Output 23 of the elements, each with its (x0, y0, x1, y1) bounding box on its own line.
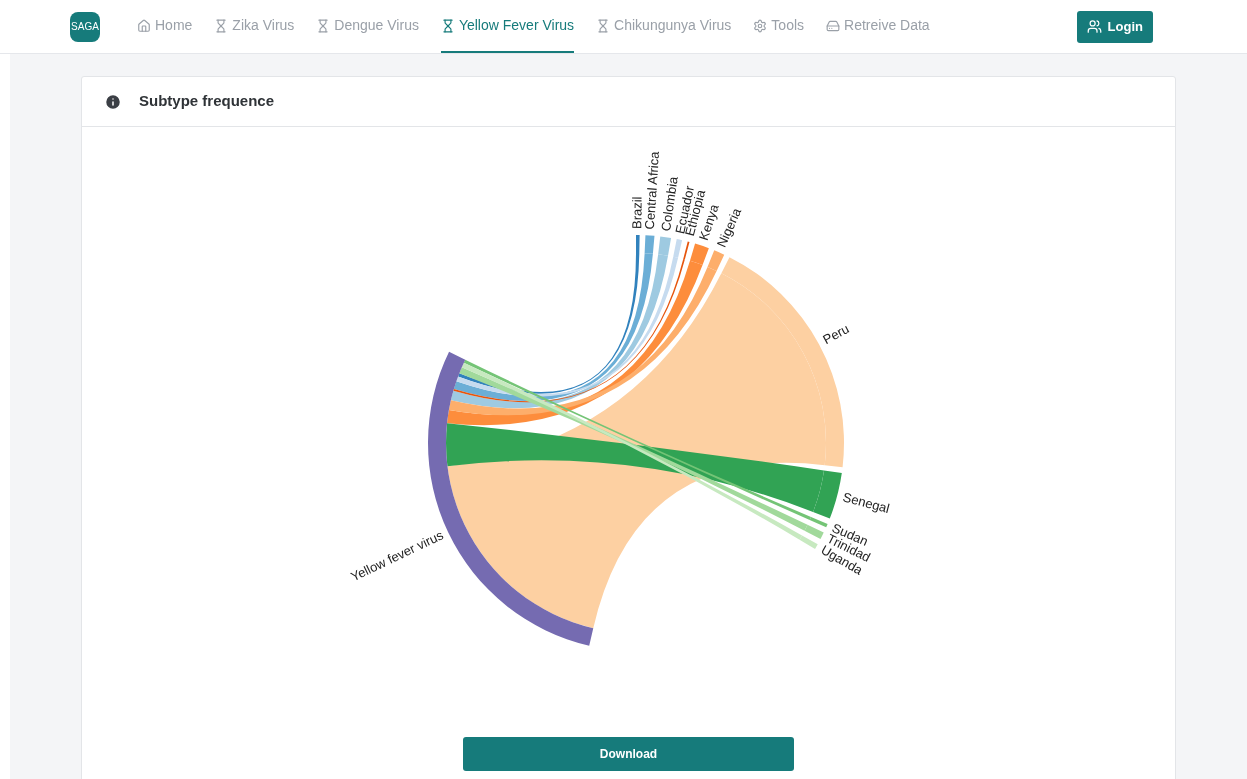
card-title: Subtype frequence (139, 91, 275, 112)
info-icon (104, 92, 122, 111)
home-icon (137, 18, 151, 33)
hourglass-icon (440, 18, 455, 33)
nav-link[interactable]: Home (137, 0, 193, 53)
nav-link[interactable]: Dengue Virus (316, 0, 419, 53)
arc-label: Brazil (629, 196, 645, 230)
hourglass-icon (214, 18, 229, 33)
arc-label: Yellow fever virus (348, 527, 446, 585)
settings-icon (753, 18, 768, 33)
download-button[interactable]: Download (463, 737, 794, 771)
login-button[interactable]: Login (1076, 10, 1153, 43)
arc-label: Senegal (841, 489, 892, 517)
nav-link[interactable]: Tools (753, 0, 805, 53)
hourglass-icon (316, 18, 331, 33)
arc-label: Peru (820, 321, 852, 348)
nav-link[interactable]: Retreive Data (826, 0, 930, 53)
nav-link[interactable]: Chikungunya Virus (596, 0, 732, 53)
drive-icon (826, 18, 841, 33)
nav-link[interactable]: Zika Virus (214, 0, 295, 53)
logo[interactable]: SAGA (70, 11, 100, 42)
hourglass-icon (596, 18, 611, 33)
users-icon (1086, 19, 1102, 34)
